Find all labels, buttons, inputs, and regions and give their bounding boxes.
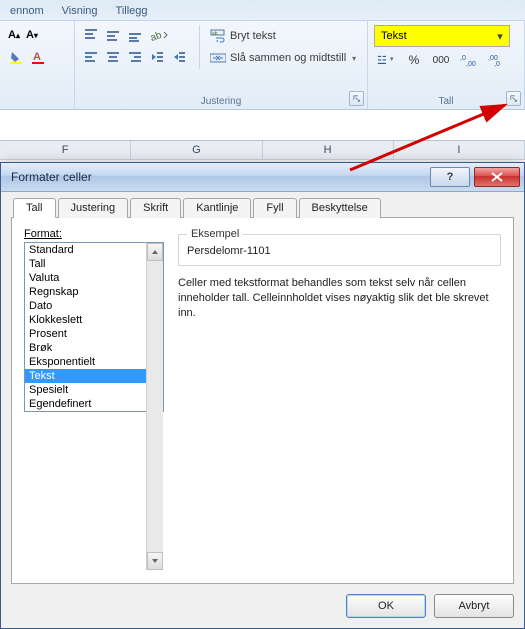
increase-decimal-button[interactable]: ,0,00 [458, 50, 482, 70]
decrease-indent-button[interactable] [147, 47, 167, 67]
format-list-item[interactable]: Dato [25, 299, 163, 313]
format-list-item[interactable]: Valuta [25, 271, 163, 285]
number-format-selected: Tekst [381, 30, 407, 42]
fill-color-button[interactable] [6, 47, 26, 67]
dialog-buttons: OK Avbryt [11, 584, 514, 618]
format-cells-dialog: Formater celler ? Tall Justering Skrift … [0, 162, 525, 629]
ribbon-tab[interactable]: Tillegg [116, 5, 148, 20]
svg-text:ab: ab [212, 31, 218, 37]
tab-tall[interactable]: Tall [13, 198, 56, 218]
number-format-dropdown[interactable]: Tekst ▾ [374, 25, 510, 47]
cancel-button[interactable]: Avbryt [434, 594, 514, 618]
close-button[interactable] [474, 167, 520, 187]
comma-format-button[interactable]: 000 [428, 50, 454, 70]
column-header[interactable]: H [263, 141, 394, 159]
group-label-number: Tall [368, 96, 524, 107]
ribbon-group-alignment: ab ab Bryt tekst Slå sammen og midts [75, 21, 368, 109]
sample-label: Eksempel [187, 228, 243, 240]
grow-font-button[interactable]: A▴ [6, 25, 22, 45]
decrease-decimal-button[interactable]: ,00,0 [486, 50, 510, 70]
number-dialog-launcher[interactable] [506, 91, 521, 106]
format-list-item[interactable]: Egendefinert [25, 397, 163, 411]
column-header[interactable]: I [394, 141, 525, 159]
format-list-item[interactable]: Prosent [25, 327, 163, 341]
chevron-down-icon: ▾ [493, 30, 507, 43]
wrap-text-button[interactable]: ab Bryt tekst [206, 25, 360, 47]
ribbon-tab[interactable]: ennom [10, 5, 44, 20]
increase-indent-button[interactable] [169, 47, 189, 67]
sample-value: Persdelomr-1101 [187, 241, 492, 257]
ok-button[interactable]: OK [346, 594, 426, 618]
column-headers: F G H I [0, 140, 525, 160]
merge-center-icon [210, 51, 226, 65]
column-header[interactable]: G [131, 141, 262, 159]
format-list-item[interactable]: Standard [25, 243, 163, 257]
svg-text:,00: ,00 [466, 61, 476, 67]
listbox-scrollbar[interactable] [146, 243, 163, 570]
font-color-button[interactable]: A [28, 47, 48, 67]
format-label: Format: [24, 228, 164, 240]
format-description: Celler med tekstformat behandles som tek… [178, 276, 501, 321]
svg-text:ab: ab [150, 30, 164, 42]
format-list-item[interactable]: Eksponentielt [25, 355, 163, 369]
scroll-down-button[interactable] [147, 552, 163, 570]
align-left-button[interactable] [81, 47, 101, 67]
percent-format-button[interactable]: % [404, 50, 424, 70]
align-bottom-button[interactable] [125, 25, 145, 45]
format-list-item[interactable]: Klokkeslett [25, 313, 163, 327]
wrap-text-label: Bryt tekst [230, 30, 276, 42]
format-list-item[interactable]: Tall [25, 257, 163, 271]
tab-kantlinje[interactable]: Kantlinje [183, 198, 251, 218]
merge-center-button[interactable]: Slå sammen og midtstill ▾ [206, 47, 360, 69]
ribbon-tabs: ennom Visning Tillegg [0, 0, 525, 21]
group-label-alignment: Justering [75, 96, 367, 107]
tab-justering[interactable]: Justering [58, 198, 129, 218]
dialog-tabs: Tall Justering Skrift Kantlinje Fyll Bes… [11, 198, 514, 218]
format-list-item[interactable]: Regnskap [25, 285, 163, 299]
svg-text:☳: ☳ [377, 55, 387, 67]
close-icon [491, 172, 503, 182]
tab-fyll[interactable]: Fyll [253, 198, 296, 218]
align-right-button[interactable] [125, 47, 145, 67]
ribbon: A▴ A▾ A ab [0, 21, 525, 110]
ribbon-group-number: Tekst ▾ ☳▾ % 000 ,0,00 ,00,0 Tall [368, 21, 525, 109]
svg-text:A: A [33, 51, 41, 63]
help-button[interactable]: ? [430, 167, 470, 187]
align-center-button[interactable] [103, 47, 123, 67]
dialog-titlebar: Formater celler ? [1, 163, 524, 192]
dialog-tabpane: Format: StandardTallValutaRegnskapDatoKl… [11, 218, 514, 584]
align-top-button[interactable] [81, 25, 101, 45]
orientation-button[interactable]: ab [147, 25, 171, 45]
svg-text:,0: ,0 [494, 61, 500, 67]
format-list-item[interactable]: Tekst [25, 369, 163, 383]
format-list-item[interactable]: Spesielt [25, 383, 163, 397]
tab-skrift[interactable]: Skrift [130, 198, 181, 218]
dialog-title: Formater celler [11, 170, 92, 184]
tab-beskyttelse[interactable]: Beskyttelse [299, 198, 381, 218]
format-list-item[interactable]: Brøk [25, 341, 163, 355]
merge-center-label: Slå sammen og midtstill [230, 52, 346, 64]
shrink-font-button[interactable]: A▾ [24, 25, 40, 45]
format-listbox[interactable]: StandardTallValutaRegnskapDatoKlokkeslet… [24, 242, 164, 412]
sample-group: Eksempel Persdelomr-1101 [178, 234, 501, 266]
accounting-format-button[interactable]: ☳▾ [374, 50, 400, 70]
svg-text:▾: ▾ [390, 56, 394, 63]
alignment-dialog-launcher[interactable] [349, 91, 364, 106]
column-header[interactable]: F [0, 141, 131, 159]
scroll-up-button[interactable] [147, 243, 163, 261]
ribbon-tab[interactable]: Visning [62, 5, 98, 20]
ribbon-group-font: A▴ A▾ A [0, 21, 75, 109]
align-middle-button[interactable] [103, 25, 123, 45]
wrap-text-icon: ab [210, 29, 226, 43]
